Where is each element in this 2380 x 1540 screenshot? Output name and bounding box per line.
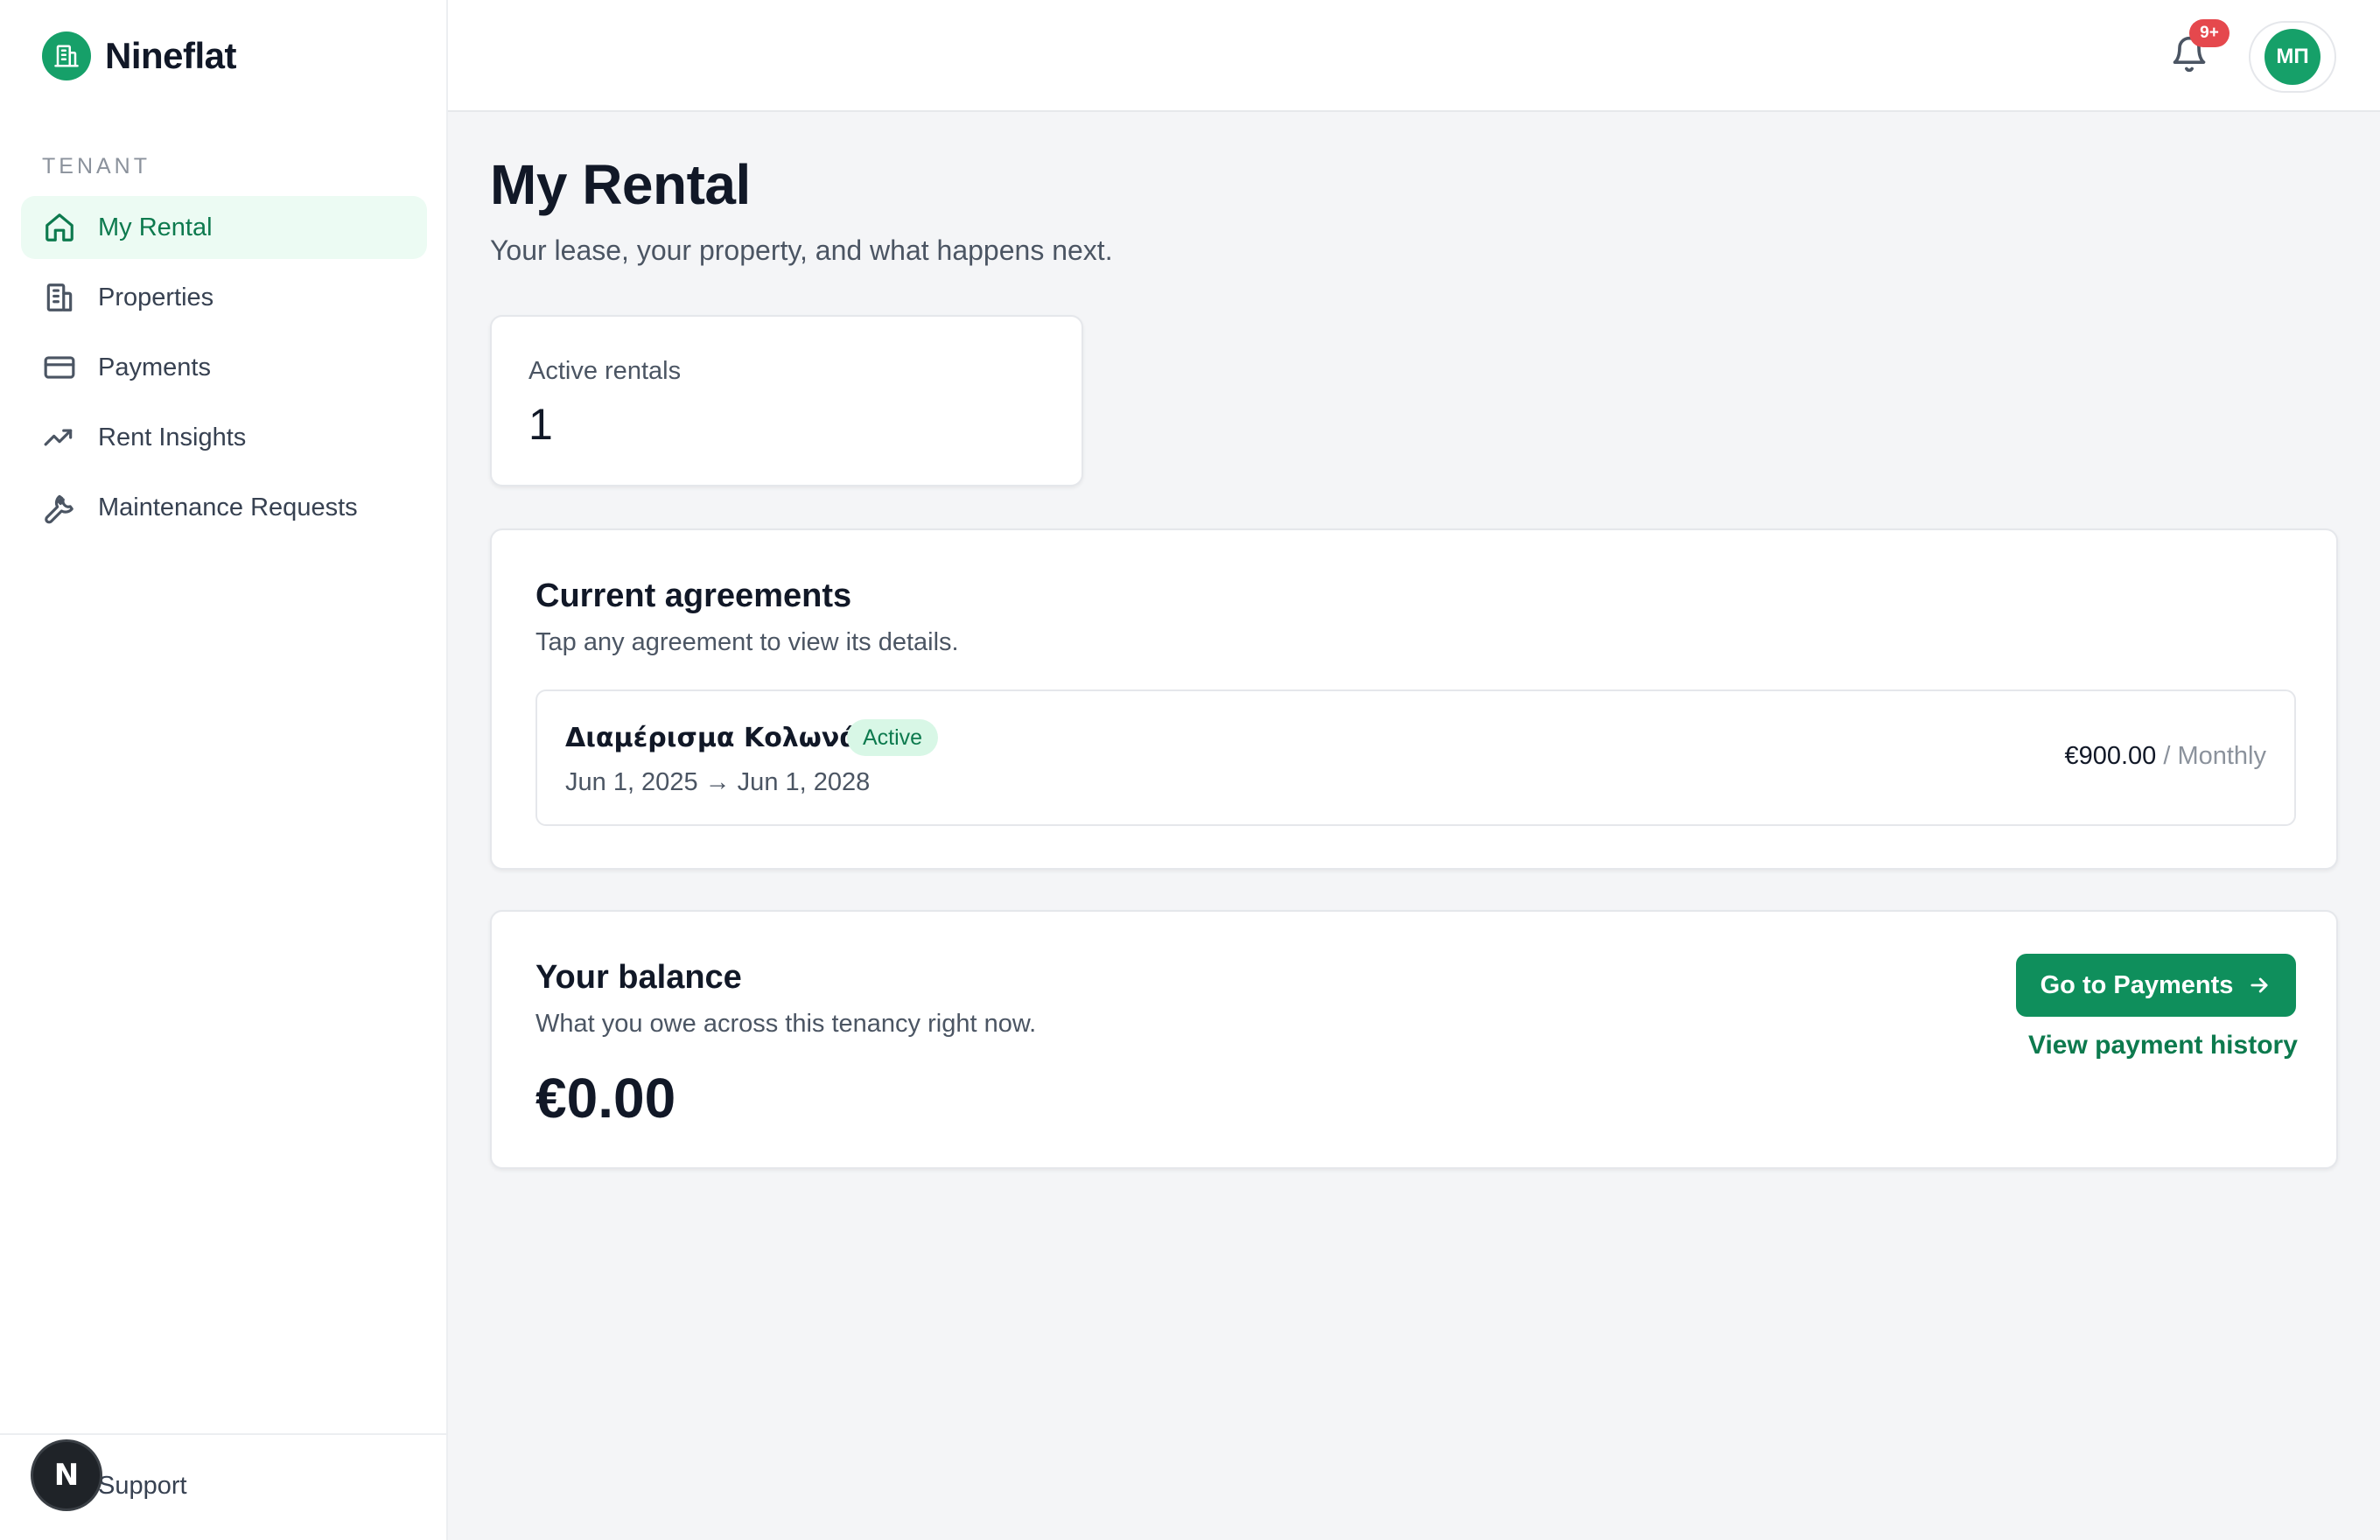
sidebar-item-label: My Rental <box>98 213 213 242</box>
page-title: My Rental <box>490 153 751 216</box>
notification-count-badge: 9+ <box>2189 19 2230 47</box>
dev-tools-badge[interactable]: N <box>33 1442 100 1508</box>
user-menu-button[interactable]: ΜΠ <box>2249 21 2336 93</box>
sidebar-item-label: Maintenance Requests <box>98 493 358 522</box>
price-amount: €900.00 <box>2064 742 2157 770</box>
go-to-payments-button[interactable]: Go to Payments <box>2016 954 2296 1017</box>
page-subtitle: Your lease, your property, and what happ… <box>490 234 1113 266</box>
building-logo-icon <box>42 32 91 80</box>
current-agreements-card: Current agreements Tap any agreement to … <box>490 528 2338 870</box>
agreement-price: €900.00 / Monthly <box>2064 742 2266 771</box>
section-description: What you owe across this tenancy right n… <box>536 1010 1037 1038</box>
avatar: ΜΠ <box>2264 29 2320 85</box>
sidebar-item-maintenance-requests[interactable]: Maintenance Requests <box>21 476 427 539</box>
sidebar: Nineflat TENANT My Rental Properties Pay… <box>0 0 448 1540</box>
sidebar-item-properties[interactable]: Properties <box>21 266 427 329</box>
sidebar-nav: My Rental Properties Payments Rent Insig… <box>21 196 427 546</box>
balance-amount: €0.00 <box>536 1067 676 1130</box>
agreement-name: Διαμέρισμα Κολωνάκι <box>565 723 886 753</box>
arrow-right-icon <box>2247 973 2272 998</box>
building-icon <box>42 280 77 315</box>
sidebar-footer: Support N <box>0 1433 448 1540</box>
brand[interactable]: Nineflat <box>42 32 237 80</box>
home-icon <box>42 210 77 245</box>
status-badge: Active <box>847 719 939 756</box>
price-period: / Monthly <box>2156 742 2266 770</box>
dev-badge-letter: N <box>53 1458 80 1493</box>
section-title: Your balance <box>536 959 742 996</box>
top-header: 9+ ΜΠ <box>448 0 2380 112</box>
sidebar-item-my-rental[interactable]: My Rental <box>21 196 427 259</box>
agreement-dates: Jun 1, 2025 → Jun 1, 2028 <box>565 768 871 796</box>
trending-up-icon <box>42 420 77 455</box>
nav-section-label: TENANT <box>42 154 150 178</box>
active-rentals-card: Active rentals 1 <box>490 315 1083 486</box>
wrench-icon <box>42 490 77 525</box>
credit-card-icon <box>42 350 77 385</box>
stat-value: 1 <box>528 400 553 449</box>
balance-card: Your balance What you owe across this te… <box>490 910 2338 1169</box>
section-description: Tap any agreement to view its details. <box>536 628 959 656</box>
section-title: Current agreements <box>536 578 852 614</box>
button-label: Go to Payments <box>2040 970 2234 999</box>
agreement-row[interactable]: Διαμέρισμα Κολωνάκι Active Jun 1, 2025 →… <box>536 690 2296 826</box>
sidebar-item-rent-insights[interactable]: Rent Insights <box>21 406 427 469</box>
sidebar-item-label: Properties <box>98 283 214 312</box>
stat-label: Active rentals <box>528 357 682 385</box>
sidebar-item-label: Rent Insights <box>98 423 247 452</box>
view-payment-history-link[interactable]: View payment history <box>2028 1031 2298 1060</box>
brand-name: Nineflat <box>105 35 237 76</box>
sidebar-item-label: Payments <box>98 353 211 382</box>
support-link[interactable]: Support <box>98 1472 187 1501</box>
sidebar-item-payments[interactable]: Payments <box>21 336 427 399</box>
